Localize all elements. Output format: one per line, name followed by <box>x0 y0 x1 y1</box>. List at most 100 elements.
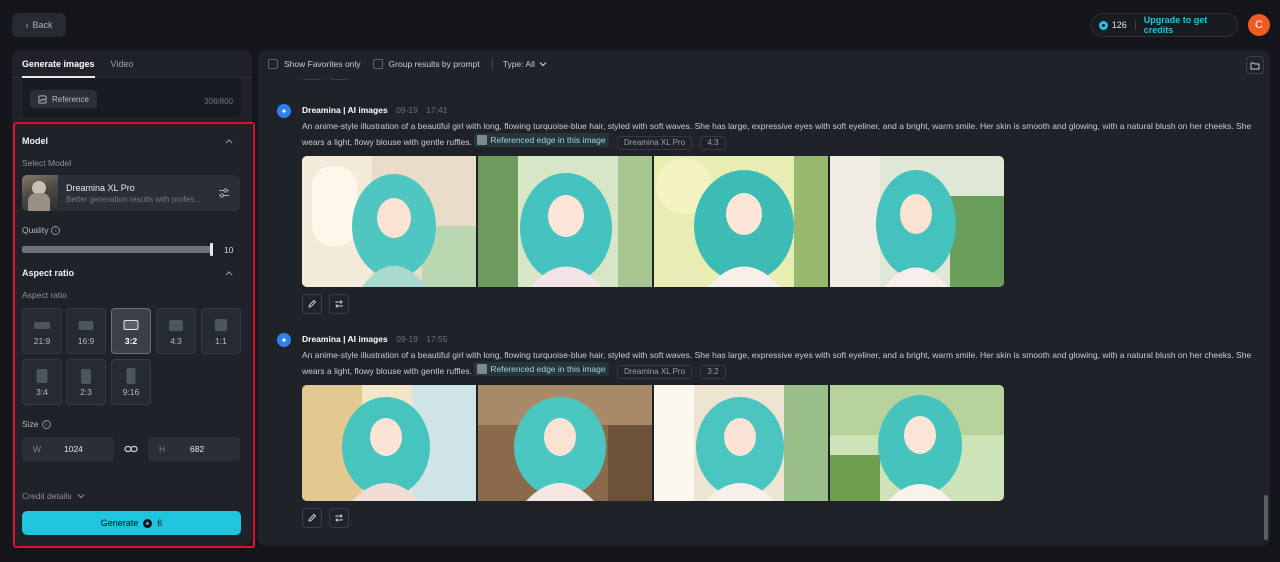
ratio-shape-icon <box>81 369 91 384</box>
generate-cost: 6 <box>157 518 163 528</box>
avatar[interactable]: C <box>1248 14 1270 36</box>
regenerate-button[interactable] <box>329 508 349 528</box>
pencil-icon <box>308 299 317 308</box>
generated-image[interactable] <box>302 385 476 501</box>
settings-sliders-icon[interactable] <box>218 187 230 199</box>
result-time: 17:55 <box>426 334 448 344</box>
generated-image[interactable] <box>654 385 828 501</box>
dreamina-logo-icon: ✦ <box>277 333 291 347</box>
width-field[interactable]: W 1024 <box>22 437 114 461</box>
collapse-model-icon[interactable] <box>224 136 234 146</box>
divider <box>1134 20 1136 30</box>
ratio-shape-icon <box>78 321 94 330</box>
link-icon[interactable] <box>124 443 138 455</box>
ratio-option-16-9[interactable]: 16:9 <box>66 308 106 354</box>
model-section-title: Model <box>22 136 48 146</box>
ratio-option-21-9[interactable]: 21:9 <box>22 308 62 354</box>
credit-coin-icon <box>1099 20 1108 30</box>
info-icon[interactable]: i <box>51 226 61 236</box>
reference-label: Reference <box>52 94 89 104</box>
info-icon[interactable]: i <box>41 420 51 430</box>
ratio-option-4-3[interactable]: 4:3 <box>156 308 196 354</box>
back-button[interactable]: ‹ Back <box>12 13 66 37</box>
quality-slider-handle[interactable] <box>210 243 213 256</box>
ratio-option-2-3[interactable]: 2:3 <box>66 359 106 405</box>
generated-image[interactable] <box>478 156 652 287</box>
ratio-label: 3:4 <box>36 387 48 397</box>
ratio-option-3-4[interactable]: 3:4 <box>22 359 62 405</box>
generated-image[interactable] <box>830 156 1004 287</box>
group-label: Group results by prompt <box>388 59 480 69</box>
result-source: Dreamina | AI images <box>302 334 388 344</box>
model-selector[interactable]: Dreamina XL Pro Better generation result… <box>22 175 240 211</box>
ratio-tag: 4:3 <box>700 136 726 150</box>
tab-bar: Generate images Video <box>12 50 252 78</box>
edit-button[interactable] <box>302 294 322 314</box>
credit-coin-icon <box>143 518 153 528</box>
favorites-checkbox[interactable]: Show Favorites only <box>268 59 361 69</box>
result-header: Dreamina | AI images 09-19 17:55 <box>302 334 447 344</box>
credit-details-toggle[interactable]: Credit details <box>22 491 85 501</box>
ratio-label: 9:16 <box>122 387 140 397</box>
ratio-shape-icon <box>215 319 227 331</box>
group-by-prompt-checkbox[interactable]: Group results by prompt <box>372 59 480 69</box>
generated-image[interactable] <box>302 156 476 287</box>
edit-button[interactable] <box>302 508 322 528</box>
divider <box>491 58 493 70</box>
ratio-label: 21:9 <box>33 336 51 346</box>
generate-button[interactable]: Generate 6 <box>22 511 241 535</box>
height-field[interactable]: H 682 <box>148 437 240 461</box>
height-prefix: H <box>159 444 166 454</box>
ratio-shape-icon <box>123 320 139 330</box>
reference-chip[interactable]: Referenced edge in this image <box>474 362 609 376</box>
upgrade-link[interactable]: Upgrade to get credits <box>1144 15 1237 35</box>
credits-pill[interactable]: 126 Upgrade to get credits <box>1091 13 1238 37</box>
collapse-aspect-icon[interactable] <box>224 268 234 278</box>
generated-image[interactable] <box>478 385 652 501</box>
size-label-row: Size i <box>22 419 51 430</box>
ratio-shape-icon <box>34 322 50 329</box>
prompt-input-area[interactable]: Reference 308/800 <box>22 78 241 118</box>
model-thumbnail <box>22 175 58 211</box>
image-row <box>302 385 1004 501</box>
type-filter-dropdown[interactable]: Type: All <box>503 59 547 69</box>
reference-chip[interactable]: Referenced edge in this image <box>474 133 609 147</box>
model-description: Better generation results with profes... <box>66 195 201 204</box>
favorites-label: Show Favorites only <box>284 59 361 69</box>
folder-button[interactable] <box>1246 56 1264 74</box>
reference-button[interactable]: Reference <box>30 90 97 108</box>
ratio-option-1-1[interactable]: 1:1 <box>201 308 241 354</box>
ratio-label: 4:3 <box>170 336 182 346</box>
generated-image[interactable] <box>654 156 828 287</box>
generated-image[interactable] <box>830 385 1004 501</box>
reference-thumbnail-icon <box>477 364 488 374</box>
result-header: Dreamina | AI images 09-19 17:41 <box>302 105 447 115</box>
result-source: Dreamina | AI images <box>302 105 388 115</box>
ratio-label: 16:9 <box>77 336 95 346</box>
quality-label-row: Quality i <box>22 225 61 236</box>
repeat-icon <box>335 300 343 308</box>
ratio-option-9-16[interactable]: 9:16 <box>111 359 151 405</box>
scrollbar[interactable] <box>1264 495 1268 540</box>
height-value: 682 <box>190 444 205 454</box>
quality-slider-track[interactable] <box>22 246 212 253</box>
image-row <box>302 156 1004 287</box>
credits-count: 126 <box>1111 20 1127 30</box>
results-panel: Show Favorites only Group results by pro… <box>258 50 1270 546</box>
credit-details-label: Credit details <box>22 491 72 501</box>
tab-video[interactable]: Video <box>111 50 134 78</box>
ratio-shape-icon <box>126 368 136 384</box>
select-model-label: Select Model <box>22 158 72 168</box>
width-prefix: W <box>33 444 42 454</box>
repeat-icon <box>335 514 343 522</box>
ratio-option-3-2[interactable]: 3:2 <box>111 308 151 354</box>
regenerate-button[interactable] <box>329 294 349 314</box>
tab-generate-images[interactable]: Generate images <box>22 50 95 78</box>
ratio-label: 2:3 <box>80 387 92 397</box>
ratio-tag: 3:2 <box>700 365 726 379</box>
aspect-ratio-label: Aspect ratio <box>22 290 67 300</box>
char-counter: 308/800 <box>204 97 233 106</box>
prompt-text: An anime-style illustration of a beautif… <box>302 121 1252 147</box>
pencil-icon <box>308 513 317 522</box>
ratio-shape-icon <box>36 369 48 383</box>
